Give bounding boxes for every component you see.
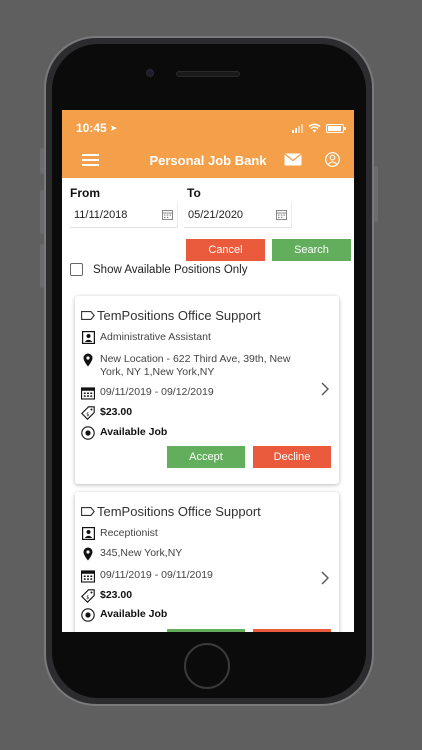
job-dates-row: 09/11/2019 - 09/12/2019 [81, 386, 214, 400]
tag-icon [81, 507, 95, 516]
job-dates: 09/11/2019 - 09/12/2019 [100, 386, 214, 398]
app-header: 10:45 ➤ Personal Job Bank [62, 110, 354, 178]
location-arrow-icon: ➤ [109, 122, 118, 133]
job-status-row: Available Job [81, 608, 167, 622]
job-dates-row: 09/11/2019 - 09/11/2019 [81, 569, 213, 583]
job-position-row: Receptionist [81, 527, 158, 540]
home-button[interactable] [184, 643, 230, 689]
front-camera [146, 69, 154, 77]
status-circle-icon [81, 608, 95, 622]
job-location-row: New Location - 622 Third Ave, 39th, New Y… [81, 353, 290, 379]
battery-icon [326, 123, 346, 133]
decline-button[interactable]: Decline [253, 446, 331, 468]
to-date-field[interactable]: 05/21/2020 [184, 202, 292, 228]
location-pin-icon [83, 547, 93, 561]
volume-up-button [40, 190, 44, 234]
svg-text:$: $ [86, 595, 89, 601]
svg-text:$: $ [86, 412, 89, 418]
status-time: 10:45 [76, 121, 107, 135]
accept-button[interactable] [167, 629, 245, 632]
nav-bar: Personal Job Bank [62, 146, 354, 174]
cancel-button[interactable]: Cancel [186, 239, 265, 261]
job-status-row: Available Job [81, 426, 167, 440]
wifi-icon [308, 123, 321, 133]
tag-icon [81, 311, 95, 320]
job-position: Receptionist [100, 527, 158, 539]
signal-icon [292, 123, 303, 133]
status-bar: 10:45 ➤ [76, 120, 346, 136]
from-label: From [70, 186, 100, 200]
calendar-icon [81, 570, 95, 583]
earpiece-speaker [176, 71, 240, 77]
chevron-right-icon[interactable] [321, 571, 329, 585]
calendar-icon[interactable] [276, 209, 287, 220]
search-button[interactable]: Search [272, 239, 351, 261]
job-card[interactable]: TemPositions Office Support Receptionist… [75, 492, 339, 632]
job-dates: 09/11/2019 - 09/11/2019 [100, 569, 213, 581]
job-position: Administrative Assistant [100, 331, 211, 343]
job-rate: $23.00 [100, 589, 133, 601]
job-position-row: Administrative Assistant [81, 331, 211, 344]
decline-button[interactable] [253, 629, 331, 632]
from-date-value: 11/11/2018 [74, 208, 128, 221]
volume-button [40, 148, 44, 174]
job-location-line1: New Location - 622 Third Ave, 39th, New [100, 353, 291, 365]
menu-icon[interactable] [82, 154, 99, 166]
job-rate-row: $ $23.00 [81, 589, 132, 603]
from-date-field[interactable]: 11/11/2018 [70, 202, 178, 228]
user-icon[interactable] [325, 152, 340, 167]
available-only-checkbox[interactable] [70, 263, 83, 276]
id-card-icon [81, 331, 95, 344]
price-tag-icon: $ [81, 406, 95, 420]
volume-down-button [40, 244, 44, 288]
to-label: To [187, 186, 201, 200]
accept-button[interactable]: Accept [167, 446, 245, 468]
job-location-row: 345,New York,NY [81, 547, 182, 561]
job-company: TemPositions Office Support [97, 504, 261, 519]
status-circle-icon [81, 426, 95, 440]
calendar-icon[interactable] [162, 209, 173, 220]
job-location-line2: York, NY 1,New York,NY [100, 366, 215, 378]
calendar-icon [81, 387, 95, 400]
job-status: Available Job [100, 426, 168, 438]
job-rate-row: $ $23.00 [81, 406, 132, 420]
job-company: TemPositions Office Support [97, 308, 261, 323]
to-date-value: 05/21/2020 [188, 208, 244, 221]
available-only-label: Show Available Positions Only [93, 264, 248, 276]
job-location-line1: 345,New York,NY [100, 547, 183, 559]
job-rate: $23.00 [100, 406, 133, 418]
location-pin-icon [83, 353, 93, 367]
page-title: Personal Job Bank [149, 152, 267, 168]
job-card[interactable]: TemPositions Office Support Administrati… [75, 296, 339, 484]
chevron-right-icon[interactable] [321, 382, 329, 396]
price-tag-icon: $ [81, 589, 95, 603]
app-screen: 10:45 ➤ Personal Job Bank From To 11/11/… [62, 110, 354, 632]
id-card-icon [81, 527, 95, 540]
job-status: Available Job [100, 608, 168, 620]
mail-icon[interactable] [284, 153, 302, 166]
power-button [374, 166, 378, 222]
